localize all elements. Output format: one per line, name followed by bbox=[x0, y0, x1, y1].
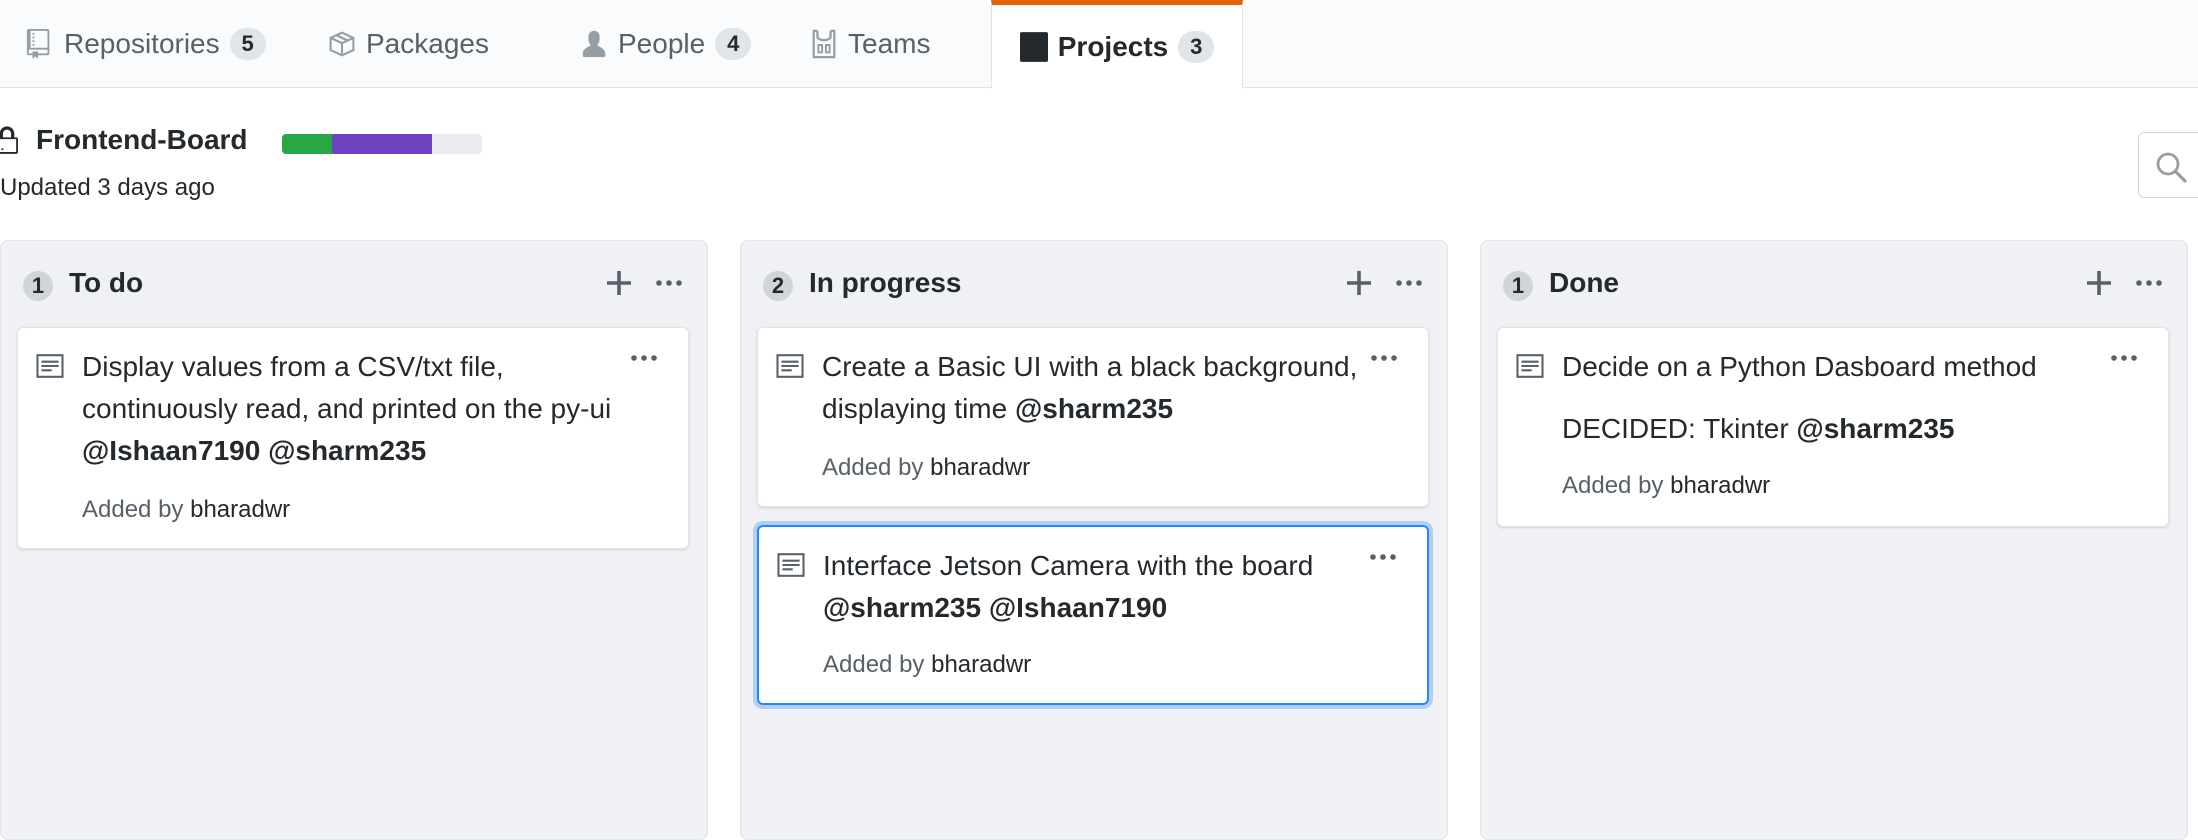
note-icon bbox=[1516, 354, 1544, 378]
card-text: Decide on a Python Dasboard method bbox=[1562, 351, 2037, 382]
add-card-plus-icon[interactable] bbox=[603, 267, 635, 299]
person-icon bbox=[580, 29, 608, 59]
note-icon bbox=[777, 553, 805, 577]
card-mentions[interactable]: @sharm235 bbox=[1015, 393, 1173, 424]
card-note-text: Interface Jetson Camera with the board @… bbox=[823, 545, 1383, 629]
column-title[interactable]: To do bbox=[69, 267, 143, 299]
card-mentions[interactable]: @sharm235 bbox=[1796, 413, 1954, 444]
card-note-text: Decide on a Python Dasboard method bbox=[1562, 346, 2122, 388]
progress-in-progress-segment bbox=[332, 134, 432, 154]
added-by-prefix: Added by bbox=[82, 496, 184, 523]
repo-icon bbox=[26, 29, 54, 59]
card-mentions[interactable]: @Ishaan7190 @sharm235 bbox=[82, 435, 426, 466]
column-menu-kebab-icon[interactable] bbox=[2133, 267, 2165, 299]
added-by-user-link[interactable]: bharadwr bbox=[930, 454, 1030, 481]
tab-label: Packages bbox=[366, 28, 489, 59]
card-added-by: Added by bharadwr bbox=[1562, 472, 1770, 500]
column-header: 2 In progress bbox=[741, 241, 1447, 321]
column-menu-kebab-icon[interactable] bbox=[1393, 267, 1425, 299]
jersey-icon bbox=[810, 29, 838, 59]
column-in-progress: 2 In progress Create a Basic UI with a b… bbox=[740, 240, 1448, 840]
column-header: 1 Done bbox=[1481, 241, 2187, 321]
card-note-line: DECIDED: Tkinter bbox=[1562, 413, 1789, 444]
add-card-plus-icon[interactable] bbox=[2083, 267, 2115, 299]
lock-icon bbox=[0, 126, 18, 154]
card-note-text: Create a Basic UI with a black backgroun… bbox=[822, 346, 1382, 430]
tab-repositories[interactable]: Repositories 5 bbox=[26, 0, 266, 88]
tab-label: Projects bbox=[1057, 31, 1169, 62]
card-search-input[interactable] bbox=[2138, 132, 2198, 198]
project-progress-bar bbox=[282, 134, 482, 154]
note-icon bbox=[36, 354, 64, 378]
search-icon bbox=[2156, 152, 2187, 183]
added-by-prefix: Added by bbox=[822, 454, 924, 481]
people-count: 4 bbox=[715, 28, 752, 60]
projects-count: 3 bbox=[1178, 31, 1215, 63]
project-card-selected[interactable]: Interface Jetson Camera with the board @… bbox=[757, 525, 1429, 705]
card-note-body: DECIDED: Tkinter @sharm235 bbox=[1562, 408, 1954, 450]
added-by-user-link[interactable]: bharadwr bbox=[1670, 472, 1770, 499]
progress-done-segment bbox=[282, 134, 332, 154]
tab-label: Teams bbox=[848, 28, 931, 59]
project-name[interactable]: Frontend-Board bbox=[36, 124, 248, 156]
project-card[interactable]: Display values from a CSV/txt file, cont… bbox=[17, 327, 689, 549]
card-added-by: Added by bharadwr bbox=[82, 496, 290, 524]
tab-label: People bbox=[618, 28, 706, 59]
project-icon bbox=[1019, 32, 1048, 62]
column-menu-kebab-icon[interactable] bbox=[653, 267, 685, 299]
project-updated-time: Updated 3 days ago bbox=[0, 174, 215, 201]
tab-projects[interactable]: Projects 3 bbox=[991, 0, 1243, 89]
add-card-plus-icon[interactable] bbox=[1343, 267, 1375, 299]
column-card-count: 1 bbox=[1503, 271, 1533, 301]
tab-teams[interactable]: Teams bbox=[810, 0, 930, 88]
column-header: 1 To do bbox=[1, 241, 707, 321]
repositories-count: 5 bbox=[229, 28, 266, 60]
added-by-prefix: Added by bbox=[1562, 472, 1664, 499]
card-added-by: Added by bharadwr bbox=[823, 651, 1031, 679]
column-card-count: 2 bbox=[763, 271, 793, 301]
card-note-text: Display values from a CSV/txt file, cont… bbox=[82, 346, 642, 472]
added-by-user-link[interactable]: bharadwr bbox=[190, 496, 290, 523]
package-icon bbox=[328, 29, 356, 59]
progress-todo-segment bbox=[432, 134, 482, 154]
column-title[interactable]: In progress bbox=[809, 267, 961, 299]
card-mentions[interactable]: @sharm235 @Ishaan7190 bbox=[823, 592, 1167, 623]
tab-label: Repositories bbox=[64, 28, 220, 59]
project-card[interactable]: Decide on a Python Dasboard method DECID… bbox=[1497, 327, 2169, 527]
note-icon bbox=[776, 354, 804, 378]
column-card-count: 1 bbox=[23, 271, 53, 301]
card-text: Interface Jetson Camera with the board bbox=[823, 550, 1314, 581]
card-added-by: Added by bharadwr bbox=[822, 454, 1030, 482]
tab-packages[interactable]: Packages bbox=[328, 0, 489, 88]
added-by-prefix: Added by bbox=[823, 651, 925, 678]
column-todo: 1 To do Display values from a CSV/txt fi… bbox=[0, 240, 708, 840]
tab-people[interactable]: People 4 bbox=[580, 0, 752, 88]
org-tab-nav: Repositories 5 Packages People 4 Teams P… bbox=[0, 0, 2198, 89]
card-text: Display values from a CSV/txt file, cont… bbox=[82, 351, 612, 424]
column-title[interactable]: Done bbox=[1549, 267, 1619, 299]
project-card[interactable]: Create a Basic UI with a black backgroun… bbox=[757, 327, 1429, 507]
added-by-user-link[interactable]: bharadwr bbox=[931, 651, 1031, 678]
column-done: 1 Done Decide on a Python Dasboard metho… bbox=[1480, 240, 2188, 840]
